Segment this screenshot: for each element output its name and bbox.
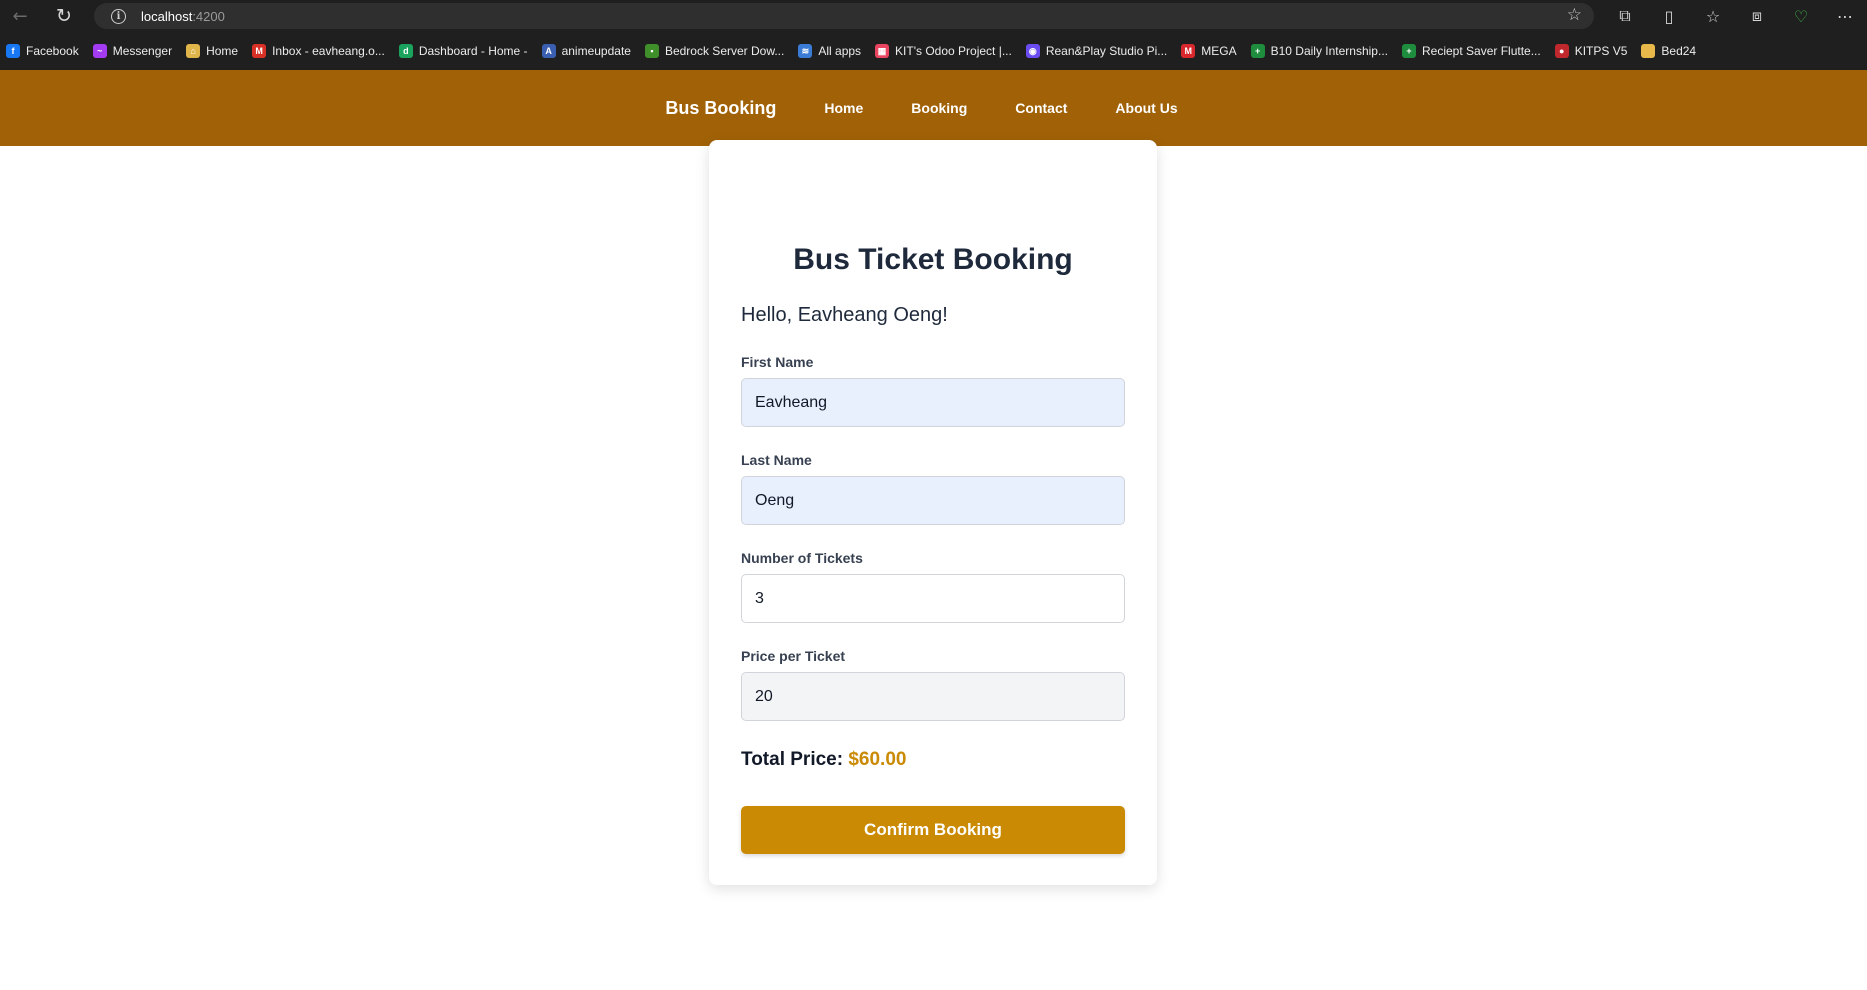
bookmark-item[interactable]: Aanimeupdate <box>541 44 631 58</box>
confirm-booking-button[interactable]: Confirm Booking <box>741 806 1125 854</box>
first-name-input[interactable]: Eavheang <box>741 378 1125 427</box>
bookmark-item[interactable]: ▪ Bedrock Server Dow... <box>644 44 785 58</box>
bookmark-label: MEGA <box>1201 44 1237 58</box>
kitps-icon: ● <box>1554 44 1569 58</box>
bookmark-item[interactable]: M Inbox - eavheang.o... <box>252 44 385 58</box>
url-text[interactable]: localhost:4200 <box>141 9 225 24</box>
total-price-label: Total Price: <box>741 749 844 770</box>
bookmark-label: Dashboard - Home - <box>418 44 528 58</box>
site-info-icon[interactable]: i <box>111 8 126 24</box>
more-menu-icon[interactable]: ⋯ <box>1823 7 1867 26</box>
apps-icon: ≋ <box>798 44 813 58</box>
sheets-icon: + <box>1250 44 1265 58</box>
browser-toolbar: ← ↻ i localhost:4200 ☆ ⧉ ▯ ☆ ⧈ ♡ ⋯ <box>0 0 1867 32</box>
bookmark-item[interactable]: ≋ All apps <box>798 44 861 58</box>
bookmark-label: Messenger <box>112 44 173 58</box>
bookmark-item[interactable]: Bed24 <box>1641 44 1696 58</box>
bookmark-label: animeupdate <box>561 44 631 58</box>
total-price: Total Price: $60.00 <box>741 749 906 771</box>
bookmark-label: B10 Daily Internship... <box>1270 44 1388 58</box>
url-port: :4200 <box>192 8 225 24</box>
last-name-label: Last Name <box>741 452 812 468</box>
minecraft-icon: ▪ <box>644 44 659 58</box>
split-screen-icon[interactable]: ▯ <box>1647 7 1691 26</box>
bookmark-label: Facebook <box>26 44 79 58</box>
messenger-icon: ~ <box>92 44 107 58</box>
bookmark-label: All apps <box>818 44 862 58</box>
home-icon: ⌂ <box>186 44 201 58</box>
nav-link-contact[interactable]: Contact <box>1015 100 1067 116</box>
price-label: Price per Ticket <box>741 648 846 664</box>
total-price-value: $60.00 <box>848 749 907 770</box>
back-arrow-icon[interactable]: ← <box>9 5 31 27</box>
brand-logo[interactable]: Bus Booking <box>665 98 776 119</box>
bookmark-label: Rean&Play Studio Pi... <box>1045 44 1168 58</box>
gmail-icon: M <box>252 44 267 58</box>
bookmark-item[interactable]: ◉ Rean&Play Studio Pi... <box>1025 44 1168 58</box>
last-name-input[interactable]: Oeng <box>741 476 1125 525</box>
bookmark-label: Home <box>206 44 239 58</box>
facebook-icon: f <box>6 44 20 58</box>
page-title: Bus Ticket Booking <box>793 243 1073 276</box>
bookmark-item[interactable]: M MEGA <box>1181 44 1237 58</box>
studio-icon: ◉ <box>1025 44 1040 58</box>
bookmark-label: Bed24 <box>1661 44 1697 58</box>
url-host: localhost <box>141 8 193 24</box>
tickets-input[interactable]: 3 <box>741 574 1125 623</box>
bookmark-label: Bedrock Server Dow... <box>664 44 785 58</box>
favorites-icon[interactable]: ☆ <box>1691 7 1735 26</box>
bookmark-item[interactable]: f Facebook <box>6 44 79 58</box>
bookmark-item[interactable]: ~ Messenger <box>92 44 173 58</box>
nav-link-about[interactable]: About Us <box>1115 100 1177 116</box>
collections-icon[interactable]: ⧈ <box>1735 6 1779 26</box>
sheets-icon: + <box>1402 44 1416 58</box>
greeting-text: Hello, Eavheang Oeng! <box>741 304 948 326</box>
bookmark-item[interactable]: + B10 Daily Internship... <box>1250 44 1388 58</box>
bookmark-label: KIT's Odoo Project |... <box>895 44 1012 58</box>
bookmark-label: KITPS V5 <box>1574 44 1628 58</box>
address-bar[interactable]: i localhost:4200 ☆ <box>94 3 1594 29</box>
odoo-icon: ▦ <box>875 44 890 58</box>
reload-icon[interactable]: ↻ <box>53 5 75 27</box>
booking-card: Bus Ticket Booking Hello, Eavheang Oeng!… <box>709 140 1157 885</box>
bookmark-item[interactable]: ▦ KIT's Odoo Project |... <box>875 44 1012 58</box>
tickets-label: Number of Tickets <box>741 550 863 566</box>
browser-essentials-icon[interactable]: ♡ <box>1779 7 1823 26</box>
mega-icon: M <box>1181 44 1196 58</box>
favorite-star-icon[interactable]: ☆ <box>1567 5 1582 25</box>
bookmark-item[interactable]: + Reciept Saver Flutte... <box>1402 44 1541 58</box>
bookmark-label: Reciept Saver Flutte... <box>1422 44 1541 58</box>
nav-link-booking[interactable]: Booking <box>911 100 967 116</box>
price-input: 20 <box>741 672 1125 721</box>
bookmark-item[interactable]: d Dashboard - Home - <box>398 44 528 58</box>
folder-icon <box>1641 44 1656 58</box>
extensions-icon[interactable]: ⧉ <box>1603 6 1647 26</box>
nav-link-home[interactable]: Home <box>824 100 863 116</box>
first-name-label: First Name <box>741 354 814 370</box>
bookmark-item[interactable]: ● KITPS V5 <box>1554 44 1628 58</box>
anime-icon: A <box>541 44 556 58</box>
bookmark-label: Inbox - eavheang.o... <box>272 44 385 58</box>
dashboard-icon: d <box>398 44 413 58</box>
app-navbar: Bus Booking Home Booking Contact About U… <box>0 70 1867 146</box>
bookmark-item[interactable]: ⌂ Home <box>186 44 238 58</box>
bookmarks-bar: f Facebook ~ Messenger ⌂ Home M Inbox - eavhean… <box>0 32 1867 70</box>
